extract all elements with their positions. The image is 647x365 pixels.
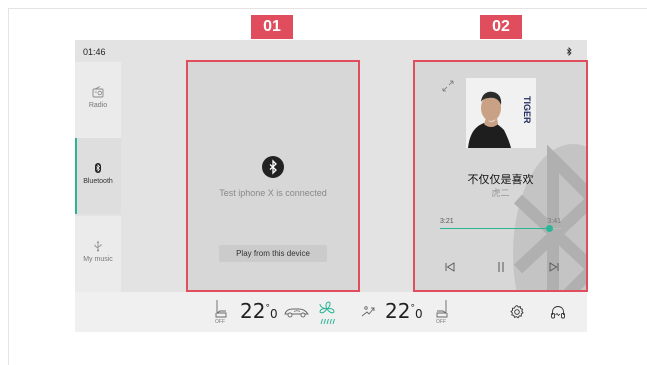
source-sidebar: Radio Bluetooth My music <box>75 62 121 292</box>
callout-frame-01 <box>186 60 360 292</box>
seat-icon <box>215 300 227 318</box>
seat-icon <box>436 300 448 318</box>
sidebar-item-label: My music <box>83 256 113 263</box>
sidebar-item-my-music[interactable]: My music <box>75 216 121 292</box>
callout-label-02: 02 <box>480 15 522 39</box>
headphones-icon[interactable] <box>550 304 566 320</box>
active-indicator <box>75 138 77 214</box>
sidebar-item-label: Bluetooth <box>83 178 113 185</box>
left-temp-value: 22 <box>240 299 266 323</box>
callout-label-01: 01 <box>251 15 293 39</box>
status-bar: 01:46 <box>75 40 587 62</box>
right-temperature[interactable]: 22°0 <box>385 299 423 323</box>
right-temp-value: 22 <box>385 299 411 323</box>
sidebar-item-label: Radio <box>88 102 108 109</box>
left-temp-decimal: 0 <box>269 307 278 321</box>
fan-icon[interactable] <box>317 299 337 327</box>
right-seat-heater[interactable]: OFF <box>435 299 449 327</box>
radio-icon <box>92 86 104 98</box>
car-recirculation-icon[interactable] <box>283 306 311 318</box>
clock: 01:46 <box>83 47 106 57</box>
left-seat-heater[interactable]: OFF <box>214 299 228 327</box>
callout-frame-02 <box>413 60 588 292</box>
bluetooth-icon <box>566 47 572 56</box>
climate-bar: OFF 22°0 22°0 OFF <box>75 292 587 332</box>
bluetooth-icon <box>95 163 101 173</box>
right-seat-state: OFF <box>436 319 446 325</box>
left-seat-state: OFF <box>215 319 225 325</box>
sidebar-item-radio[interactable]: Radio <box>75 62 121 138</box>
airflow-direction-icon[interactable] <box>360 304 378 320</box>
left-temperature[interactable]: 22°0 <box>240 299 278 323</box>
right-temp-decimal: 0 <box>414 307 423 321</box>
usb-icon <box>94 241 102 252</box>
sidebar-item-bluetooth[interactable]: Bluetooth <box>75 138 121 214</box>
settings-gear-icon[interactable] <box>509 304 525 320</box>
